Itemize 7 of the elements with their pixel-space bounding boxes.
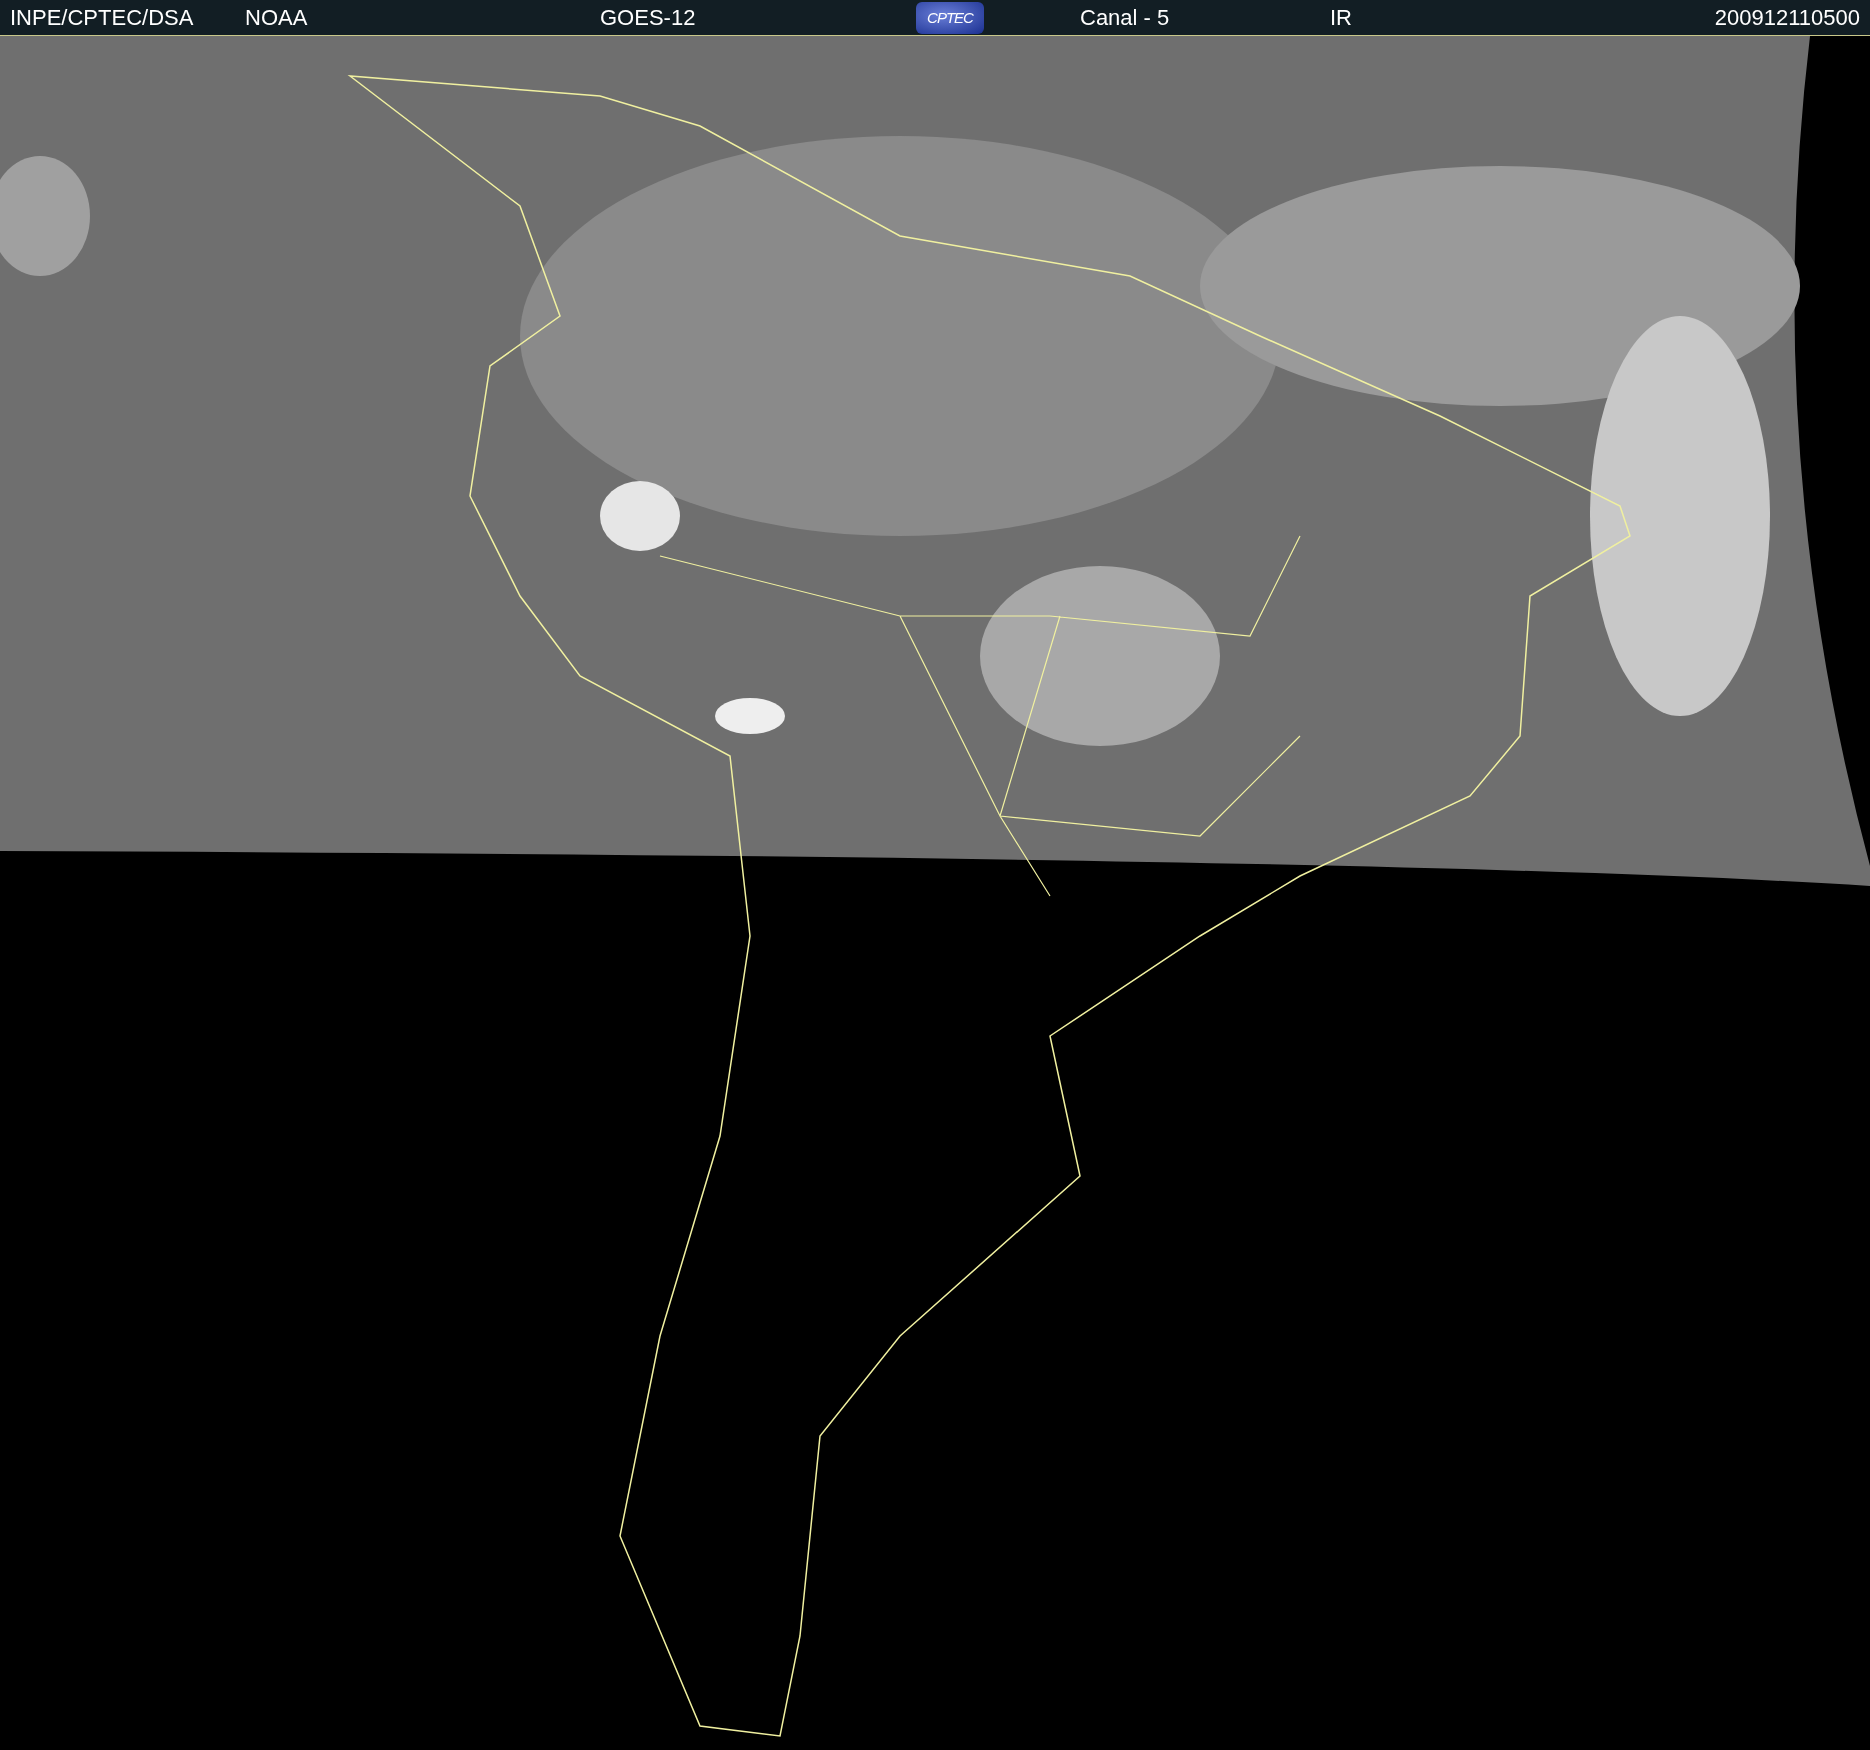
- source-label: INPE/CPTEC/DSA: [10, 4, 195, 31]
- band-label: IR: [1330, 4, 1353, 31]
- satellite-label: GOES-12: [600, 4, 697, 31]
- logo: CPTEC: [916, 1, 984, 34]
- channel-label: Canal - 5: [1080, 4, 1171, 31]
- timestamp-label: 200912110500: [1714, 4, 1861, 31]
- agency-label: NOAA: [245, 4, 309, 31]
